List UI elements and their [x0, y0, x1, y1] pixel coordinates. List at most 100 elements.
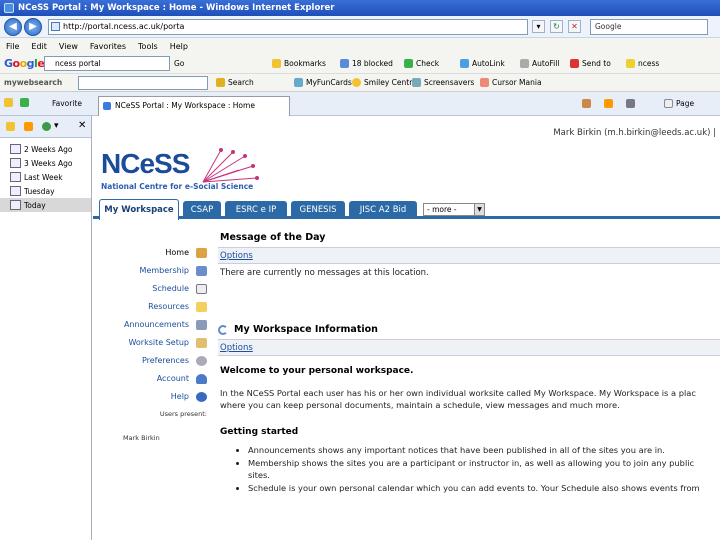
users-present-label: Users present: — [159, 410, 207, 418]
nav-preferences[interactable]: Preferences — [93, 352, 211, 370]
motd-options-link[interactable]: Options — [220, 251, 253, 261]
menu-file[interactable]: File — [6, 42, 19, 51]
getting-started-list: Announcements shows any important notice… — [218, 445, 720, 494]
menu-favorites[interactable]: Favorites — [90, 42, 126, 51]
history-item[interactable]: 3 Weeks Ago — [0, 156, 91, 170]
address-text: http://portal.ncess.ac.uk/porta — [63, 22, 185, 31]
chevron-down-icon: ▼ — [474, 204, 484, 215]
autolink-icon — [460, 59, 469, 68]
screensavers-button[interactable]: Screensavers — [412, 78, 474, 87]
myfuncards-button[interactable]: MyFunCards — [294, 78, 352, 87]
megaphone-icon — [196, 320, 207, 330]
browser-tab[interactable]: NCeSS Portal : My Workspace : Home — [98, 96, 290, 116]
smiley-central-button[interactable]: Smiley Central — [352, 78, 419, 87]
gear-icon — [196, 356, 207, 366]
nav-announcements[interactable]: Announcements — [93, 316, 211, 334]
history-item[interactable]: 2 Weeks Ago — [0, 142, 91, 156]
search-icon — [216, 78, 225, 87]
user-present-name: Mark Birkin — [123, 434, 160, 442]
page-menu-icon — [664, 99, 673, 108]
address-dropdown-button[interactable]: ▾ — [532, 20, 545, 33]
help-icon — [196, 392, 207, 402]
google-search-input[interactable]: ncess portal — [44, 56, 170, 71]
add-favorite-button[interactable] — [20, 98, 32, 107]
favorites-button[interactable] — [4, 98, 16, 107]
ncess-highlight-button[interactable]: ncess — [626, 59, 659, 68]
calendar-icon — [10, 200, 21, 210]
cursor-mania-button[interactable]: Cursor Mania — [480, 78, 542, 87]
ws-options-link[interactable]: Options — [220, 343, 253, 353]
history-item-today[interactable]: Today — [0, 198, 91, 212]
mywebsearch-logo: mywebsearch — [4, 78, 63, 87]
highlighter-icon — [626, 59, 635, 68]
menu-edit[interactable]: Edit — [31, 42, 47, 51]
mywebsearch-input[interactable] — [78, 76, 208, 90]
rss-icon — [604, 99, 613, 108]
check-icon — [404, 59, 413, 68]
calendar-icon — [10, 158, 21, 168]
autolink-button[interactable]: AutoLink — [460, 59, 505, 68]
star-icon — [272, 59, 281, 68]
tab-genesis[interactable]: GENESIS — [291, 201, 345, 219]
user-icon — [196, 374, 207, 384]
smiley-icon — [352, 78, 361, 87]
favorites-label: Favorite — [52, 99, 82, 108]
bookmarks-button[interactable]: Bookmarks — [272, 59, 326, 68]
history-item[interactable]: Last Week — [0, 170, 91, 184]
send-icon — [570, 59, 579, 68]
check-button[interactable]: Check — [404, 59, 439, 68]
membership-icon — [196, 266, 207, 276]
send-to-button[interactable]: Send to — [570, 59, 611, 68]
cursor-icon — [480, 78, 489, 87]
history-list: 2 Weeks Ago 3 Weeks Ago Last Week Tuesda… — [0, 138, 91, 212]
calendar-icon — [10, 144, 21, 154]
ncess-logo[interactable]: NCeSS National Centre for e-Social Scien… — [101, 148, 259, 191]
favorites-center-icon — [6, 122, 15, 131]
autofill-button[interactable]: AutoFill — [520, 59, 559, 68]
window-title: NCeSS Portal : My Workspace : Home - Win… — [18, 3, 335, 13]
nav-home[interactable]: Home — [93, 244, 211, 262]
mws-search-button[interactable]: Search — [216, 78, 254, 87]
feeds-center-button[interactable] — [24, 122, 36, 131]
ws-options-bar: Options — [218, 340, 720, 356]
calendar-icon — [196, 284, 207, 294]
tab-my-workspace[interactable]: My Workspace — [99, 199, 179, 220]
nav-help[interactable]: Help — [93, 388, 211, 406]
address-bar[interactable]: http://portal.ncess.ac.uk/porta — [48, 19, 528, 35]
history-icon — [42, 121, 51, 131]
motd-title: Message of the Day — [218, 228, 720, 248]
search-input[interactable]: Google — [590, 19, 708, 35]
nav-resources[interactable]: Resources — [93, 298, 211, 316]
feeds-button[interactable] — [604, 99, 616, 108]
logo-burst-graphic — [202, 148, 259, 183]
menu-help[interactable]: Help — [170, 42, 188, 51]
popups-blocked-button[interactable]: 18 blocked — [340, 59, 393, 68]
nav-worksite-setup[interactable]: Worksite Setup — [93, 334, 211, 352]
stop-icon[interactable]: ✕ — [568, 20, 581, 33]
nav-membership[interactable]: Membership — [93, 262, 211, 280]
nav-schedule[interactable]: Schedule — [93, 280, 211, 298]
refresh-icon[interactable]: ↻ — [550, 20, 563, 33]
home-icon — [196, 248, 207, 258]
close-pane-icon[interactable]: ✕ — [78, 120, 86, 131]
history-item[interactable]: Tuesday — [0, 184, 91, 198]
google-go-button[interactable]: Go — [174, 59, 184, 68]
menu-view[interactable]: View — [59, 42, 78, 51]
back-button[interactable]: ◀ — [4, 18, 22, 36]
feeds-center-icon — [24, 122, 33, 131]
print-button[interactable] — [626, 99, 638, 108]
menu-tools[interactable]: Tools — [138, 42, 158, 51]
nav-account[interactable]: Account — [93, 370, 211, 388]
forward-button[interactable]: ▶ — [24, 18, 42, 36]
home-button[interactable] — [582, 99, 594, 108]
tab-esrc-e-ip[interactable]: ESRC e IP — [225, 201, 287, 219]
page-menu[interactable]: Page — [664, 99, 694, 108]
favorites-center-button[interactable] — [6, 122, 18, 131]
reset-icon[interactable] — [218, 325, 228, 335]
history-view-button[interactable]: ▾ — [42, 121, 59, 131]
tab-csap[interactable]: CSAP — [183, 201, 221, 219]
mywebsearch-toolbar: mywebsearch Search MyFunCards Smiley Cen… — [0, 74, 720, 92]
more-sites-select[interactable]: - more - ▼ — [423, 203, 485, 216]
tab-jisc-a2-bid[interactable]: JISC A2 Bid — [349, 201, 417, 219]
motd-message: There are currently no messages at this … — [220, 268, 429, 278]
